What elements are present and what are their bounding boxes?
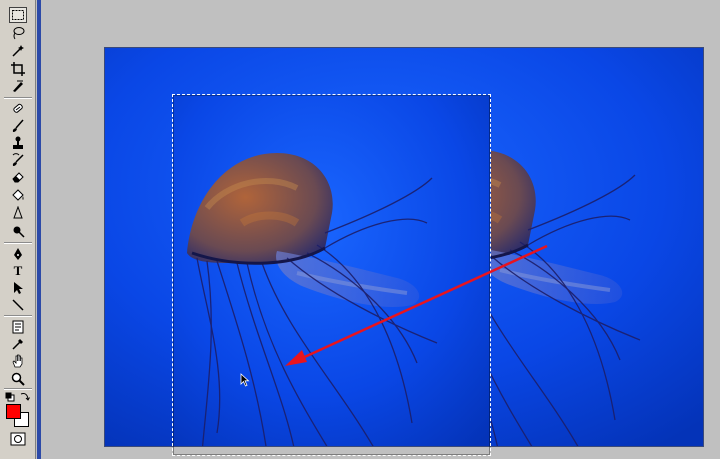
foreground-color-swatch[interactable]: [6, 404, 21, 419]
type-tool-glyph: T: [13, 263, 23, 278]
slice-icon[interactable]: [9, 78, 27, 94]
magic-wand-icon[interactable]: [9, 43, 27, 59]
eraser-icon[interactable]: [9, 169, 27, 185]
hand-icon[interactable]: [9, 353, 27, 369]
default-colors-icon[interactable]: [5, 392, 15, 402]
dodge-icon[interactable]: [9, 223, 27, 239]
zoom-icon[interactable]: [9, 371, 27, 387]
document-canvas[interactable]: [104, 47, 704, 447]
tools-palette: T: [0, 0, 36, 459]
history-brush-icon[interactable]: [9, 152, 27, 168]
path-selection-icon[interactable]: [9, 280, 27, 296]
eyedropper-icon[interactable]: [9, 336, 27, 352]
healing-brush-icon[interactable]: [9, 101, 27, 117]
brush-icon[interactable]: [9, 118, 27, 134]
swap-colors-icon[interactable]: [20, 391, 30, 401]
clone-stamp-icon[interactable]: [9, 135, 27, 151]
notes-icon[interactable]: [9, 319, 27, 335]
crop-icon[interactable]: [9, 61, 27, 77]
paint-bucket-icon[interactable]: [9, 187, 27, 203]
window-edge: [37, 0, 41, 459]
line-icon[interactable]: [9, 297, 27, 313]
jellyfish-photo: [105, 48, 703, 446]
quick-mask-icon[interactable]: [10, 432, 26, 446]
rectangular-marquee-icon[interactable]: [9, 7, 27, 23]
type-icon[interactable]: T: [9, 263, 27, 279]
mouse-cursor-icon: [240, 373, 250, 387]
pen-icon[interactable]: [9, 246, 27, 262]
lasso-icon[interactable]: [9, 25, 27, 41]
blur-icon[interactable]: [9, 205, 27, 221]
